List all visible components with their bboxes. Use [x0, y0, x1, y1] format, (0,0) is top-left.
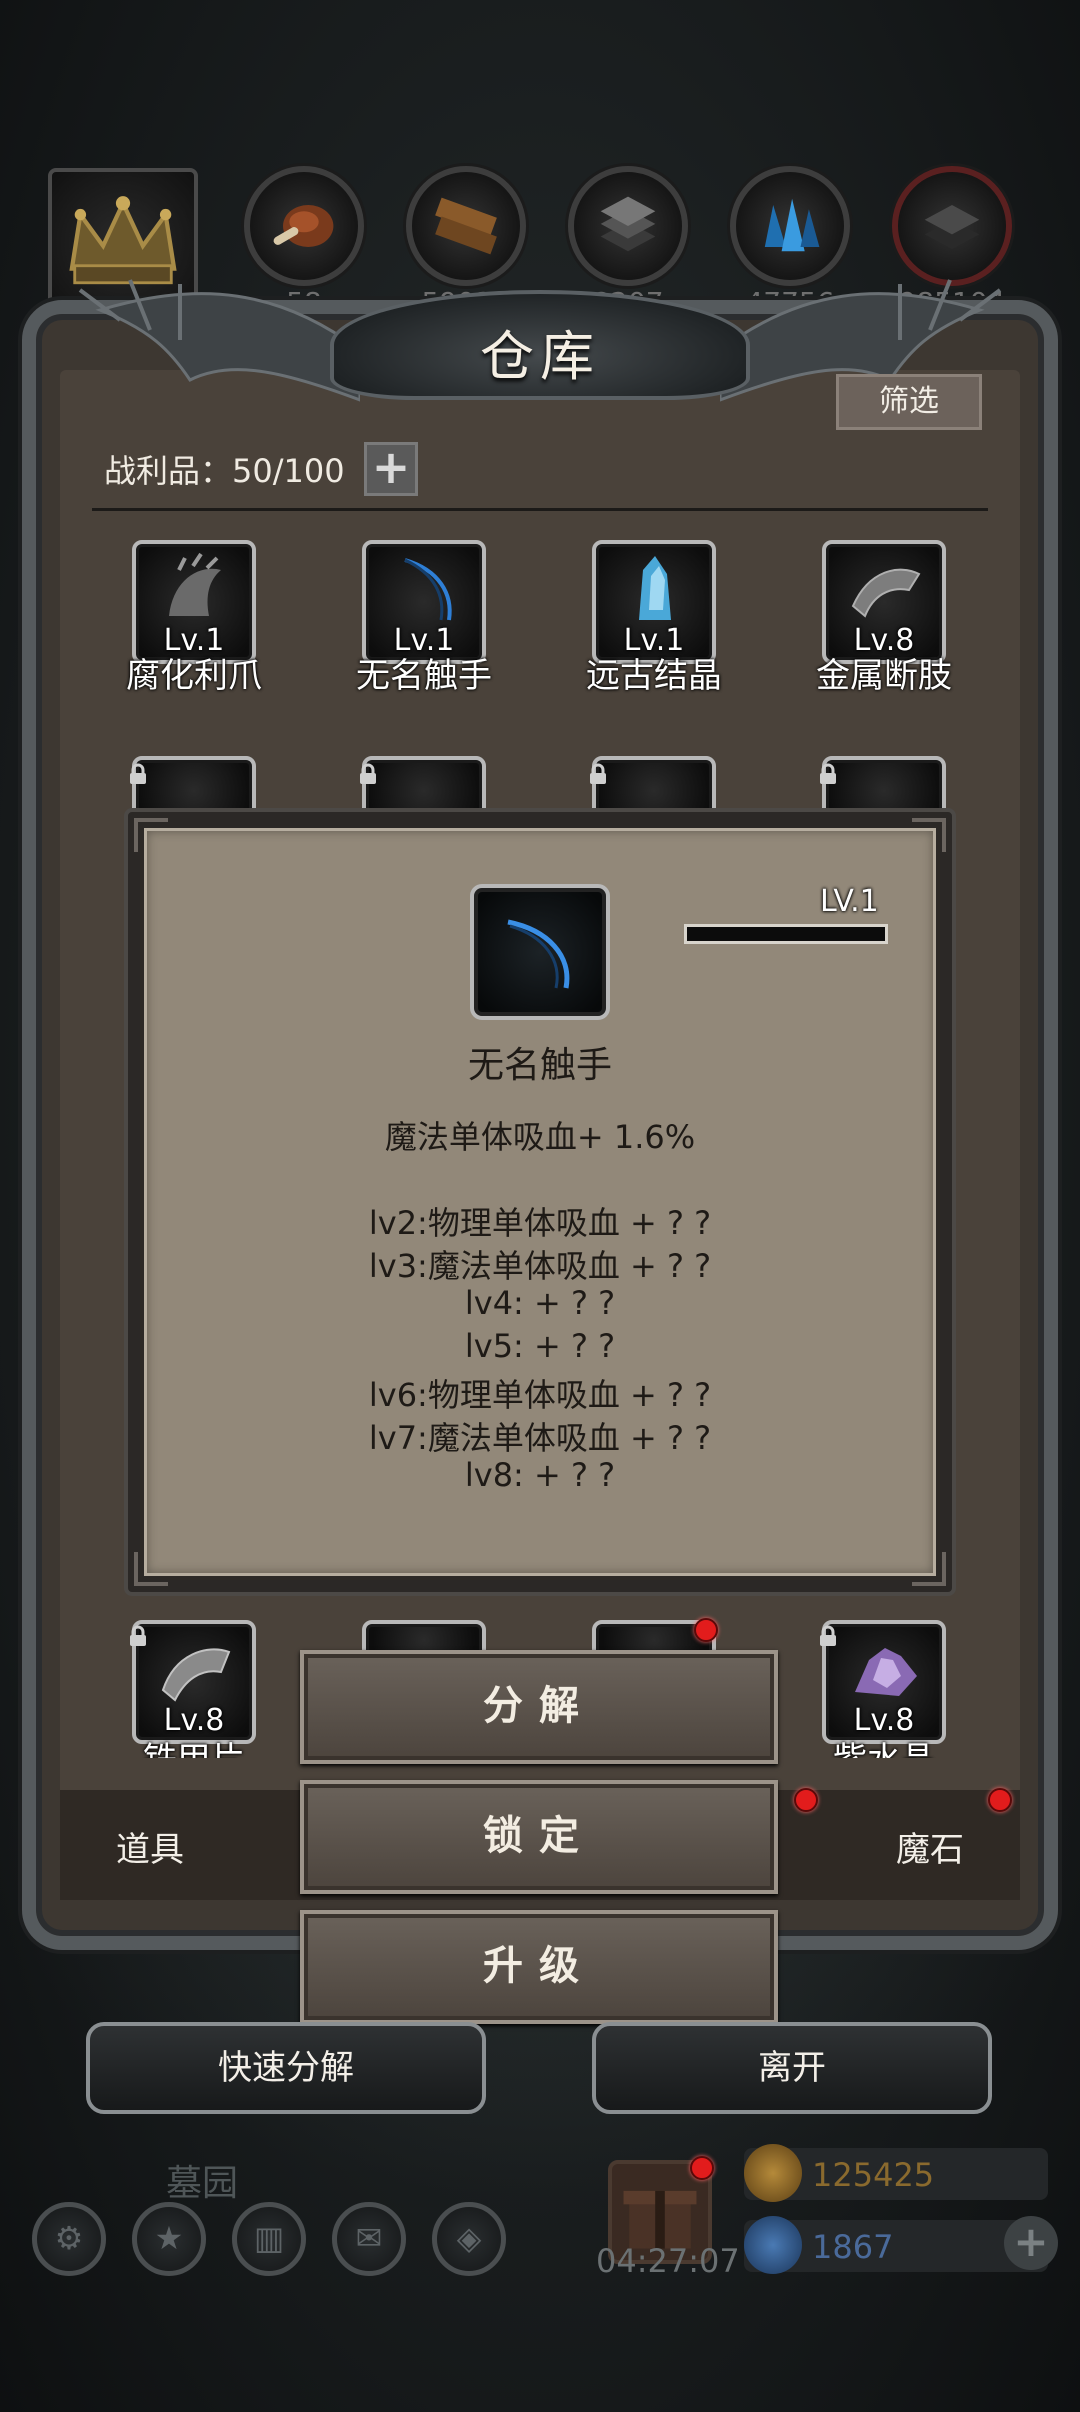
- popup-upgrade-line: lv8: + ? ?: [464, 1456, 616, 1494]
- popup-upgrade-line: lv5: + ? ?: [464, 1327, 616, 1365]
- lock-button[interactable]: 锁定: [300, 1780, 778, 1894]
- item-name: 金属断肢: [816, 656, 952, 696]
- expand-capacity-button[interactable]: +: [364, 442, 418, 496]
- gem-icon: [744, 2216, 802, 2274]
- ore-resource-icon[interactable]: [892, 166, 1012, 286]
- item-name: 无名触手: [356, 656, 492, 696]
- add-gems-button[interactable]: +: [1004, 2216, 1058, 2270]
- star-icon[interactable]: ★: [132, 2202, 206, 2276]
- tentacle-icon: [404, 558, 452, 621]
- gem-amount: 1867: [812, 2228, 894, 2266]
- item-name: 腐化利爪: [126, 656, 262, 696]
- claw-icon: [169, 552, 221, 616]
- notification-dot: [794, 1788, 818, 1812]
- map-icon[interactable]: ◈: [432, 2202, 506, 2276]
- item-slot-iron-plate[interactable]: Lv.8: [132, 1620, 256, 1744]
- lock-icon: [126, 762, 150, 786]
- popup-item-icon: [470, 884, 610, 1020]
- popup-item-name: 无名触手: [467, 1045, 612, 1086]
- filter-button[interactable]: 筛选: [836, 374, 982, 430]
- wood-resource-icon[interactable]: [406, 166, 526, 286]
- item-slot-nameless-tentacle[interactable]: Lv.1: [362, 540, 486, 664]
- popup-effect: 魔法单体吸血+ 1.6%: [384, 1118, 696, 1156]
- lock-icon: [816, 1624, 840, 1648]
- popup-upgrade-line: lv3:魔法单体吸血 + ? ?: [368, 1247, 712, 1285]
- loot-capacity: 战利品：50/100: [104, 452, 345, 490]
- metal-limb-icon: [851, 568, 921, 618]
- gold-coin-icon: [744, 2144, 802, 2202]
- popup-upgrade-line: lv7:魔法单体吸血 + ? ?: [368, 1419, 712, 1457]
- crystal-resource-icon[interactable]: [730, 166, 850, 286]
- popup-level: LV.1: [820, 884, 879, 919]
- item-name: 铁甲片: [94, 1732, 294, 1758]
- lock-icon: [126, 1624, 150, 1648]
- level-progress-bar: [684, 924, 888, 944]
- corner-ornament: [912, 1552, 946, 1586]
- popup-upgrade-line: lv6:物理单体吸血 + ? ?: [368, 1376, 712, 1414]
- amethyst-icon: [855, 1648, 917, 1696]
- corner-ornament: [912, 818, 946, 852]
- iron-resource-icon[interactable]: [568, 166, 688, 286]
- quick-decompose-button[interactable]: 快速分解: [86, 2022, 486, 2114]
- item-slot-amethyst[interactable]: Lv.8: [822, 1620, 946, 1744]
- tab-items[interactable]: 道具: [116, 1822, 184, 1871]
- notification-dot: [988, 1788, 1012, 1812]
- popup-upgrade-line: lv4: + ? ?: [464, 1284, 616, 1322]
- lock-icon: [586, 762, 610, 786]
- item-name: 远古结晶: [586, 656, 722, 696]
- meat-resource-icon[interactable]: [244, 166, 364, 286]
- event-timer: 04:27:07: [596, 2242, 740, 2280]
- iron-plate-icon: [161, 1648, 231, 1702]
- lock-icon: [816, 762, 840, 786]
- tab-magic-stones[interactable]: 魔石: [896, 1822, 964, 1871]
- item-slot-corrupted-claw[interactable]: Lv.1: [132, 540, 256, 664]
- settings-gear-icon[interactable]: ⚙: [32, 2202, 106, 2276]
- mail-icon[interactable]: ✉: [332, 2202, 406, 2276]
- lock-icon: [356, 762, 380, 786]
- item-slot-ancient-crystal[interactable]: Lv.1: [592, 540, 716, 664]
- location-label: 墓园: [166, 2163, 239, 2204]
- divider: [92, 508, 988, 511]
- item-slot-metal-limb[interactable]: Lv.8: [822, 540, 946, 664]
- notification-dot: [690, 2156, 714, 2180]
- item-name: 紫水晶: [784, 1732, 984, 1758]
- corner-ornament: [134, 1552, 168, 1586]
- leave-button[interactable]: 离开: [592, 2022, 992, 2114]
- notification-dot: [694, 1618, 718, 1642]
- popup-upgrade-line: lv2:物理单体吸血 + ? ?: [368, 1204, 712, 1242]
- upgrade-button[interactable]: 升级: [300, 1910, 778, 2024]
- crystal-icon: [639, 556, 671, 620]
- decompose-button[interactable]: 分解: [300, 1650, 778, 1764]
- gold-amount: 125425: [812, 2156, 935, 2194]
- tentacle-icon: [507, 919, 570, 989]
- gate-icon[interactable]: ▥: [232, 2202, 306, 2276]
- corner-ornament: [134, 818, 168, 852]
